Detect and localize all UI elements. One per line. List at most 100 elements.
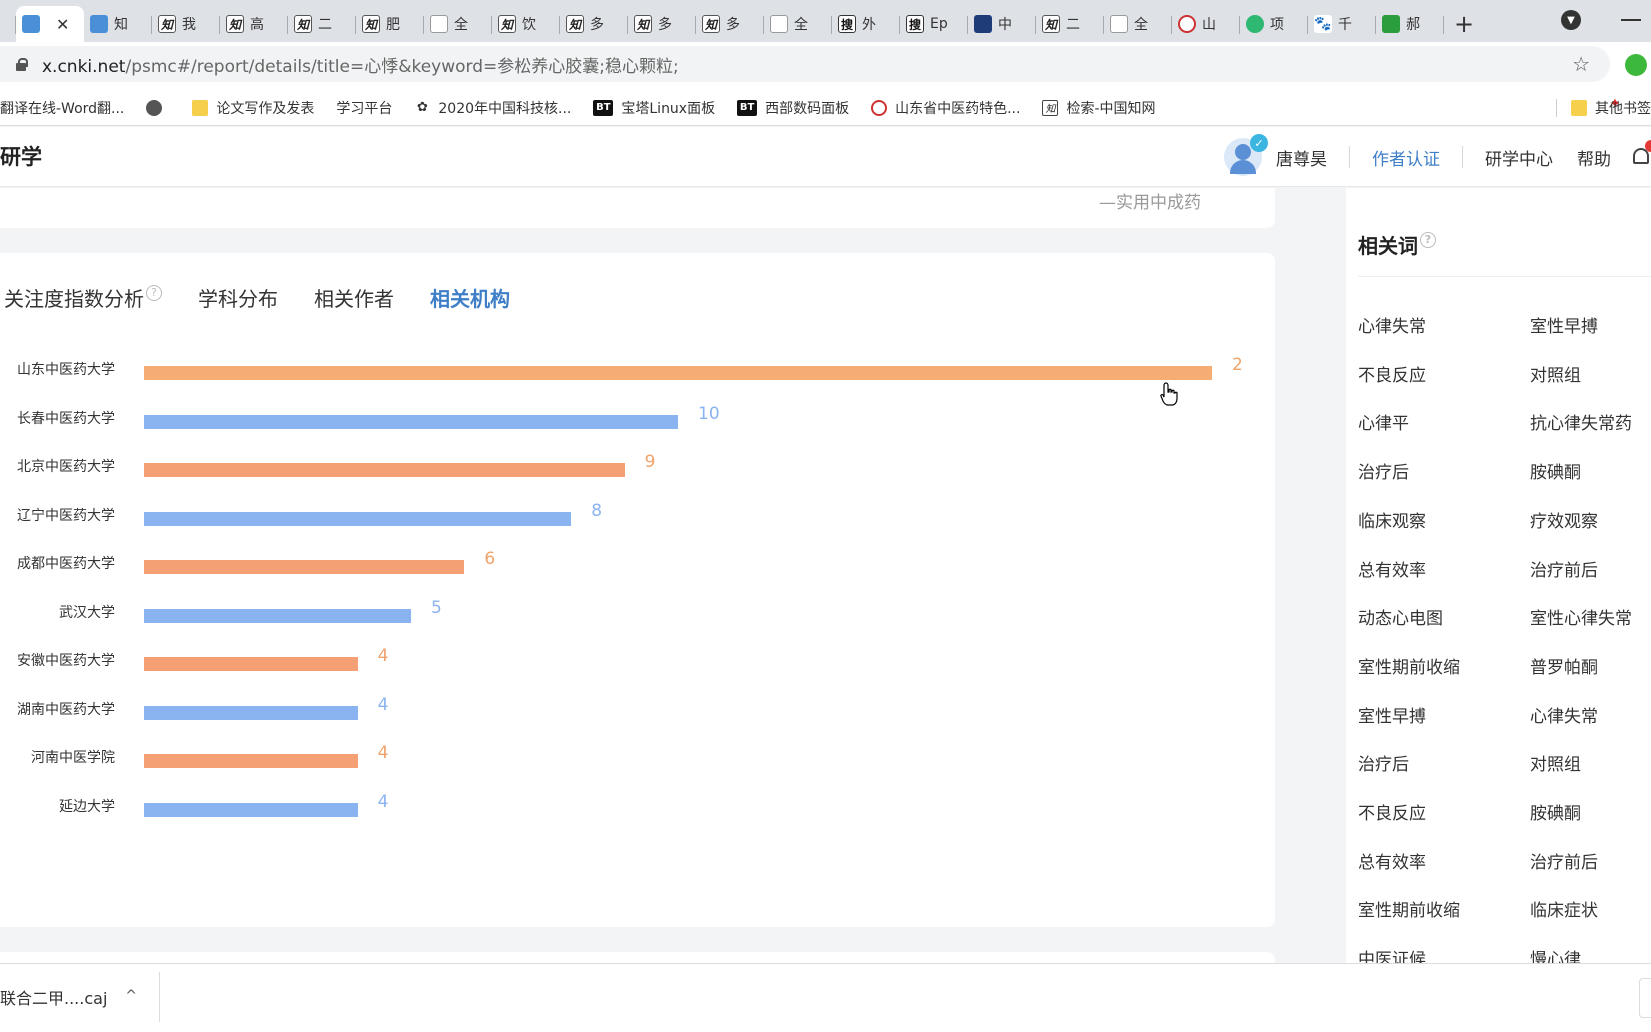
chart-bar[interactable] <box>144 802 358 817</box>
related-word[interactable]: 不良反应 <box>1358 799 1426 824</box>
related-word[interactable]: 治疗前后 <box>1530 848 1598 873</box>
help-icon[interactable]: ? <box>146 285 162 301</box>
browser-tab[interactable]: 知饮 <box>492 6 560 42</box>
folder-icon <box>1571 99 1587 116</box>
bookmark-star-icon[interactable]: ☆ <box>1572 52 1590 76</box>
related-word[interactable]: 中医证候 <box>1358 945 1426 963</box>
chart-bar[interactable] <box>144 511 572 526</box>
browser-tab[interactable]: 全 <box>424 6 492 42</box>
author-auth-link[interactable]: 作者认证 <box>1372 145 1440 170</box>
related-word[interactable]: 胺碘酮 <box>1530 799 1581 824</box>
related-word[interactable]: 心律失常 <box>1530 702 1598 727</box>
related-word[interactable]: 疗效观察 <box>1530 507 1598 532</box>
browser-tab[interactable]: 山 <box>1172 6 1240 42</box>
related-word[interactable]: 治疗后 <box>1358 750 1409 775</box>
related-word[interactable]: 对照组 <box>1530 361 1581 386</box>
bookmark-item[interactable]: BT 西部数码面板 <box>737 98 849 118</box>
bookmark-item[interactable]: 翻译在线-Word翻... <box>0 98 124 118</box>
browser-tab[interactable]: 搜 Ep <box>900 6 968 42</box>
chart-bar[interactable] <box>144 414 678 429</box>
bookmark-item[interactable]: 山东省中医药特色... <box>871 98 1020 118</box>
browser-tab[interactable]: 🐾 千 <box>1308 6 1376 42</box>
related-word[interactable]: 临床症状 <box>1530 896 1598 921</box>
bookmark-item[interactable]: ✦ 学习平台 <box>336 96 1623 118</box>
related-word[interactable]: 总有效率 <box>1358 556 1426 581</box>
browser-tab[interactable]: 知多 <box>560 6 628 42</box>
browser-tab[interactable]: 知多 <box>628 6 696 42</box>
related-word[interactable]: 胺碘酮 <box>1530 458 1581 483</box>
avatar[interactable]: ✓ <box>1224 134 1268 176</box>
related-word[interactable]: 临床观察 <box>1358 507 1426 532</box>
download-file-name[interactable]: 联合二甲....caj <box>0 985 107 1009</box>
related-word[interactable]: 室性期前收缩 <box>1358 653 1460 678</box>
analysis-tab[interactable]: 学科分布 <box>198 283 278 312</box>
browser-tab[interactable]: 知肥 <box>356 6 424 42</box>
download-item[interactable]: 联合二甲....caj ^ <box>0 972 160 1022</box>
browser-tab[interactable]: ✕ <box>16 6 84 42</box>
analysis-tab[interactable]: 关注度指数分析? <box>4 283 162 312</box>
related-word[interactable]: 慢心律 <box>1530 945 1581 963</box>
chart-bar[interactable] <box>144 366 1212 380</box>
chevron-up-icon[interactable]: ^ <box>125 988 137 1004</box>
address-bar[interactable]: x.cnki.net/psmc#/report/details/title=心悸… <box>0 46 1610 82</box>
analysis-tab[interactable]: 相关机构 <box>430 283 510 312</box>
bookmark-item[interactable]: BT 宝塔Linux面板 <box>593 98 715 118</box>
related-word[interactable]: 治疗后 <box>1358 458 1409 483</box>
related-word[interactable]: 室性心律失常 <box>1530 604 1632 629</box>
browser-tab[interactable]: 知多 <box>696 6 764 42</box>
new-tab-button[interactable]: + <box>1444 6 1484 42</box>
related-word[interactable]: 不良反应 <box>1358 361 1426 386</box>
related-word[interactable]: 室性早搏 <box>1530 312 1598 337</box>
chart-bar[interactable] <box>144 754 358 768</box>
related-word[interactable]: 心律平 <box>1358 409 1409 434</box>
related-word[interactable]: 普罗帕酮 <box>1530 653 1598 678</box>
browser-tab[interactable]: 全 <box>764 6 832 42</box>
bookmark-item[interactable]: ✿ 2020年中国科技核... <box>414 98 571 118</box>
evernote-extension-icon[interactable] <box>1625 54 1647 76</box>
user-name[interactable]: 唐尊昊 <box>1276 145 1327 170</box>
zhi-icon: 知 <box>498 15 516 33</box>
related-word[interactable]: 心律失常 <box>1358 312 1426 337</box>
chart-bar[interactable] <box>144 560 465 574</box>
bookmark-item[interactable]: 论文写作及发表 <box>192 98 314 118</box>
bookmark-item[interactable] <box>146 99 170 116</box>
url-path: /psmc#/report/details/title=心悸&keyword=参… <box>125 56 679 77</box>
bookmark-item[interactable]: 知检索-中国知网 <box>1042 98 1156 118</box>
data-label: 4 <box>377 694 389 715</box>
help-icon[interactable]: ? <box>1420 232 1436 248</box>
analysis-tab[interactable]: 相关作者 <box>314 283 394 312</box>
browser-tab[interactable]: 郝 <box>1376 6 1444 42</box>
show-all-downloads-button[interactable] <box>1639 978 1651 1018</box>
browser-tab[interactable]: 搜外 <box>832 6 900 42</box>
chart-bar[interactable] <box>144 705 358 720</box>
chart-bar[interactable] <box>144 463 625 477</box>
other-bookmarks[interactable]: 其他书签 <box>1556 98 1651 118</box>
minimize-button[interactable] <box>1621 19 1641 21</box>
tab-search-button[interactable]: ▼ <box>1561 10 1581 30</box>
research-center-link[interactable]: 研学中心 <box>1485 145 1553 170</box>
browser-tab[interactable]: 知高 <box>220 6 288 42</box>
related-word[interactable]: 对照组 <box>1530 750 1581 775</box>
browser-tab[interactable]: 中 <box>968 6 1036 42</box>
site-brand[interactable]: 研学 <box>0 141 42 171</box>
bt-icon: BT <box>593 99 614 116</box>
close-icon[interactable]: ✕ <box>56 15 69 34</box>
browser-tab[interactable]: 项 <box>1240 6 1308 42</box>
chart-bar[interactable] <box>144 657 358 671</box>
browser-tab[interactable]: 全 <box>1104 6 1172 42</box>
chart-bar[interactable] <box>144 608 411 623</box>
bell-icon[interactable] <box>1631 140 1651 168</box>
browser-tab[interactable]: 知 <box>84 6 152 42</box>
browser-tab[interactable]: 知二 <box>288 6 356 42</box>
browser-tab[interactable] <box>0 6 16 42</box>
browser-tab[interactable]: 知二 <box>1036 6 1104 42</box>
related-word[interactable]: 抗心律失常药 <box>1530 409 1632 434</box>
related-word[interactable]: 动态心电图 <box>1358 604 1443 629</box>
related-word[interactable]: 室性期前收缩 <box>1358 896 1460 921</box>
related-word[interactable]: 治疗前后 <box>1530 556 1598 581</box>
help-link[interactable]: 帮助 <box>1577 145 1611 170</box>
related-word[interactable]: 室性早搏 <box>1358 702 1426 727</box>
url-text[interactable]: x.cnki.net/psmc#/report/details/title=心悸… <box>42 52 679 77</box>
browser-tab[interactable]: 知我 <box>152 6 220 42</box>
related-word[interactable]: 总有效率 <box>1358 848 1426 873</box>
